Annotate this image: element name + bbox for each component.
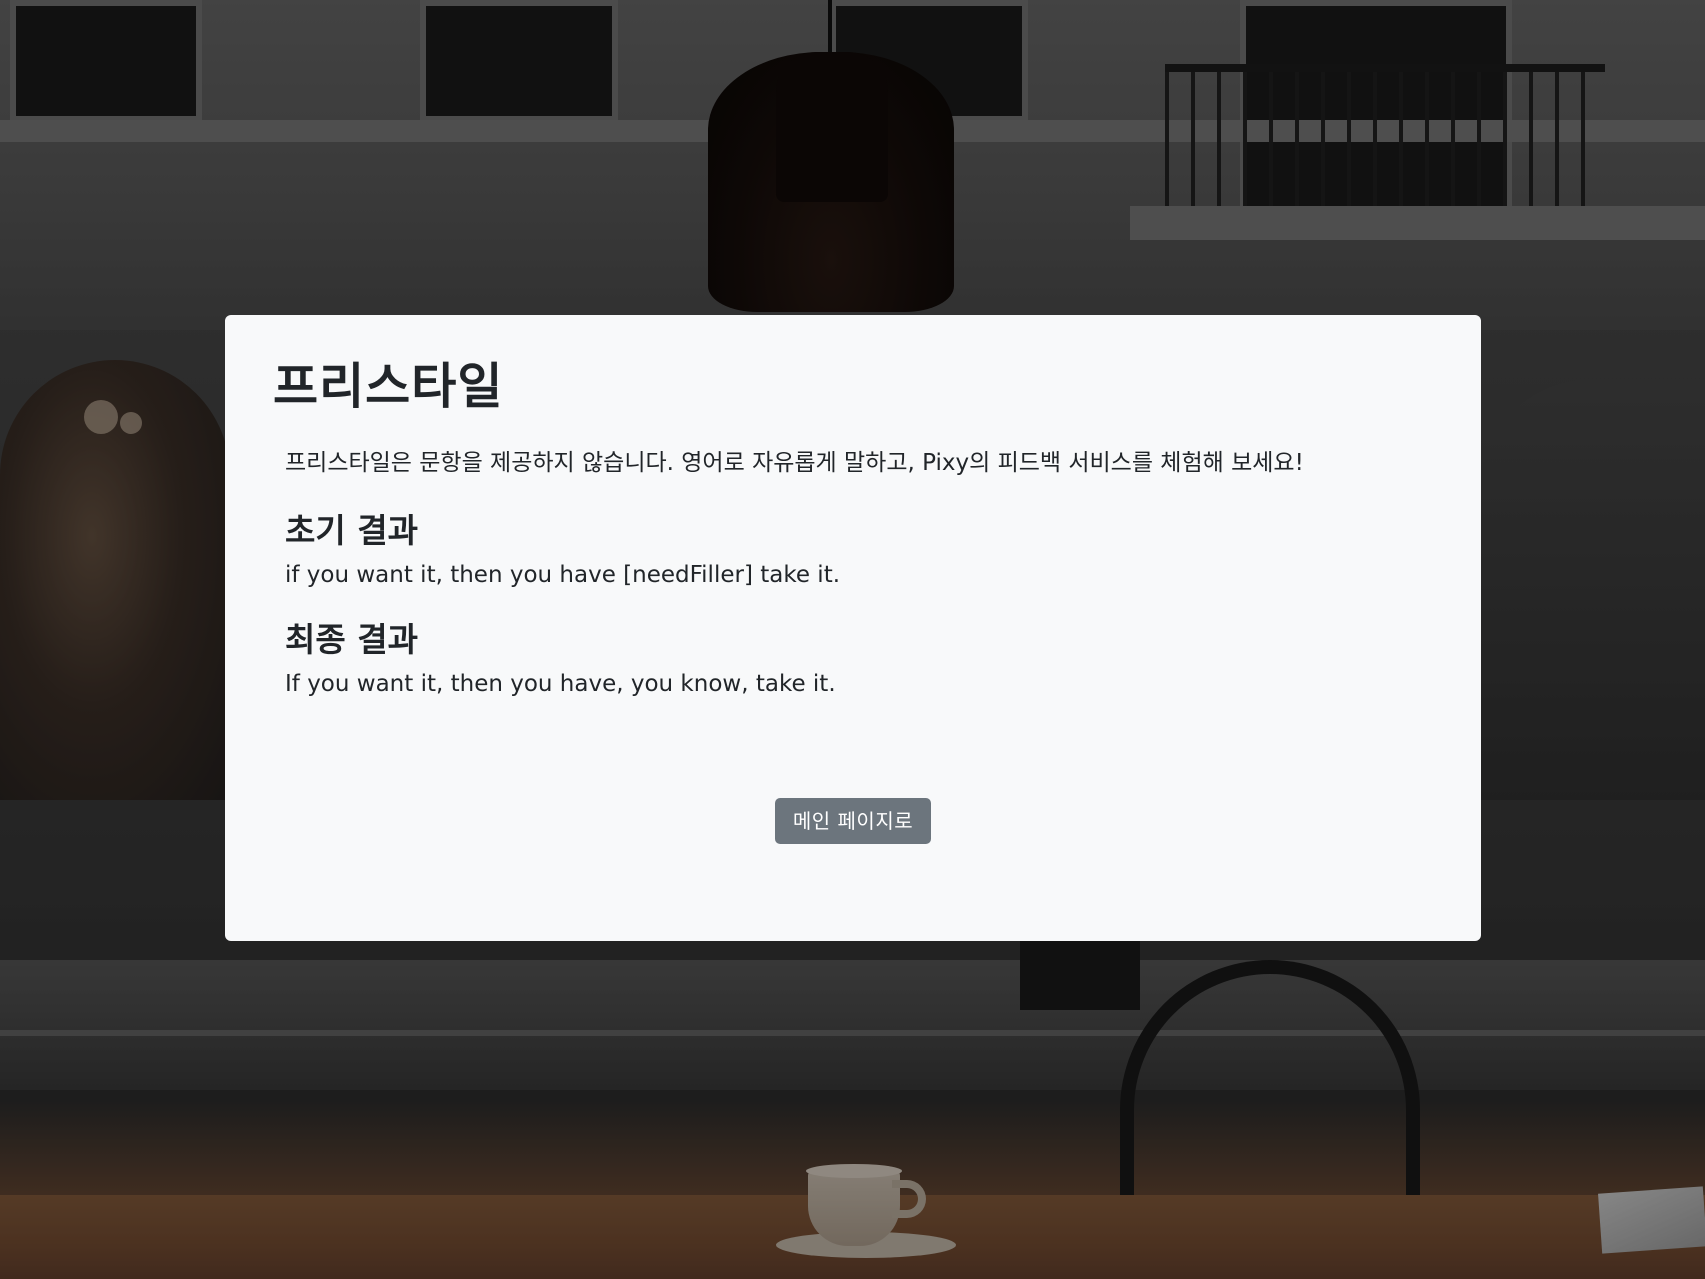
- button-row: 메인 페이지로: [225, 798, 1481, 844]
- result-card: 프리스타일 프리스타일은 문항을 제공하지 않습니다. 영어로 자유롭게 말하고…: [225, 315, 1481, 941]
- initial-result-text: if you want it, then you have [needFille…: [285, 561, 841, 588]
- final-result-section: 최종 결과 If you want it, then you have, you…: [285, 619, 1433, 700]
- main-page-button[interactable]: 메인 페이지로: [774, 798, 932, 844]
- card-content: 프리스타일은 문항을 제공하지 않습니다. 영어로 자유롭게 말하고, Pixy…: [273, 447, 1433, 700]
- initial-result-section: 초기 결과 if you want it, then you have [nee…: [285, 510, 1433, 591]
- page-title: 프리스타일: [273, 358, 504, 415]
- final-result-text: If you want it, then you have, you know,…: [285, 671, 836, 698]
- intro-text: 프리스타일은 문항을 제공하지 않습니다. 영어로 자유롭게 말하고, Pixy…: [285, 450, 1304, 477]
- initial-result-heading: 초기 결과: [285, 510, 418, 550]
- final-result-heading: 최종 결과: [285, 619, 418, 659]
